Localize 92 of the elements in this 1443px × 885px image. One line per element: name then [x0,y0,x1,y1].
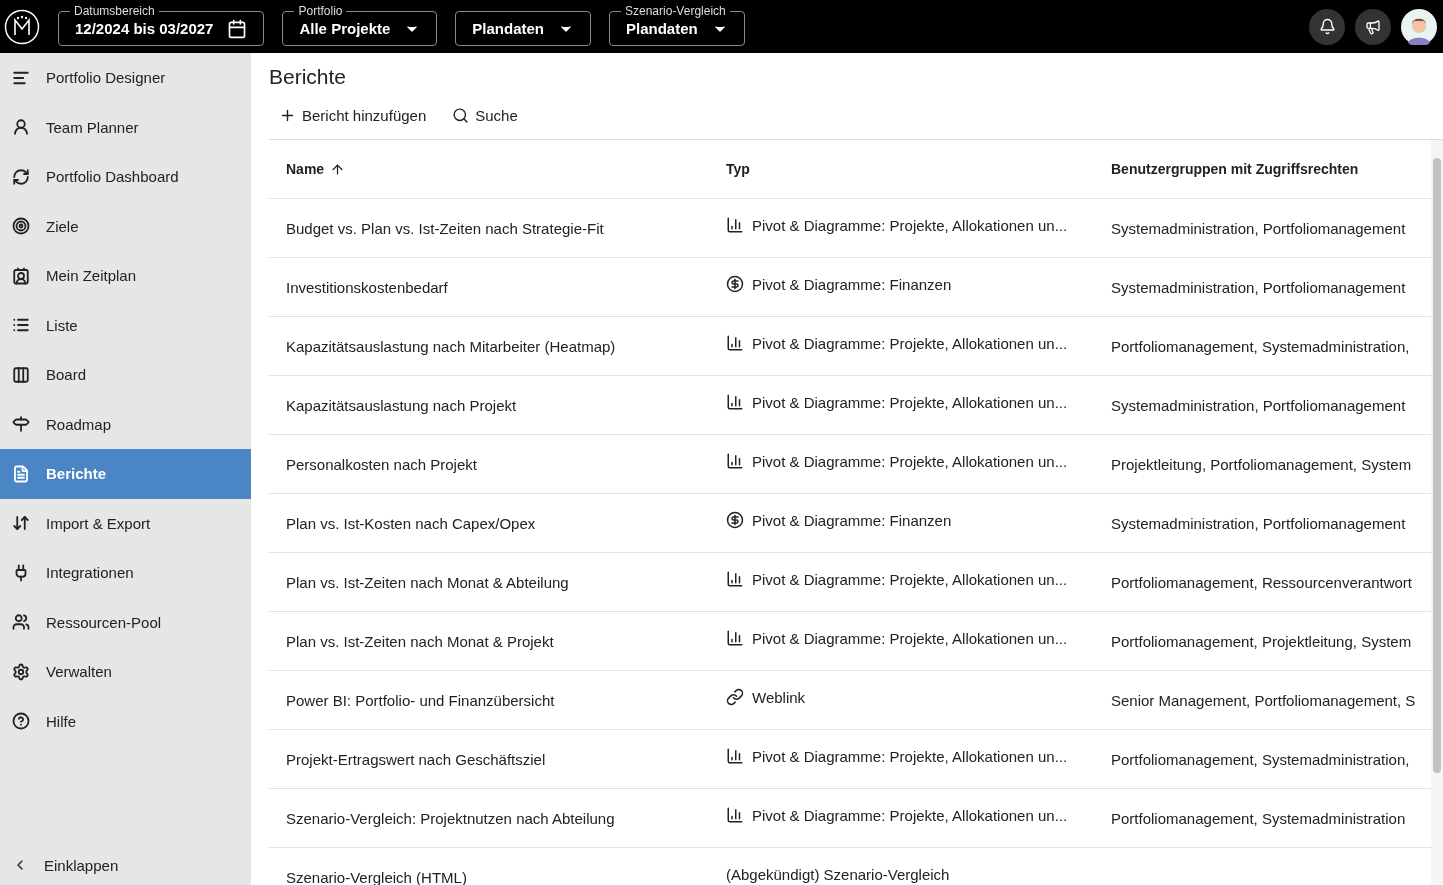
bar-chart-icon [726,452,744,470]
megaphone-icon [1365,18,1381,35]
columns-icon [12,365,30,384]
table-cell-text: Plan vs. Ist-Zeiten nach Monat & Abteilung [286,573,570,591]
column-header[interactable]: Benutzergruppen mit Zugriffsrechten [1111,161,1359,177]
field-label: Szenario-Vergleich [621,4,730,18]
bar-chart-icon [726,570,744,588]
contact-icon [12,266,30,285]
sidebar-item[interactable]: Portfolio Dashboard [0,152,251,202]
avatar[interactable] [1401,8,1437,45]
table-cell-text: Systemadministration, Portfoliomanagement [1111,514,1407,532]
dropdown[interactable]: Plandaten [455,11,591,46]
table-cell: Pivot & Diagramme: Finanzen [752,275,952,293]
table-cell-text: Budget vs. Plan vs. Ist-Zeiten nach Strategie-Fit [286,219,605,237]
table-cell-text: Systemadministration, Portfoliomanagement [1111,396,1407,414]
table-cell: Pivot & Diagramme: Projekte, Allokationen un... [752,629,1068,647]
table-cell-text: Projektleitung, Portfoliomanagement, System [1111,455,1413,473]
sidebar-item[interactable]: Board [0,350,251,400]
collapse-button[interactable]: Einklappen [0,845,251,885]
table-cell: Pivot & Diagramme: Projekte, Allokationen un... [752,806,1068,824]
calendar-icon [227,18,248,39]
table-cell: (Abgekündigt) Szenario-Vergleich [726,865,950,883]
table-cell-text: Portfoliomanagement, Systemadministration, [1111,750,1411,768]
sidebar-item[interactable]: Integrationen [0,548,251,598]
sidebar-item[interactable]: Mein Zeitplan [0,251,251,301]
table-cell: Pivot & Diagramme: Projekte, Allokationen un... [752,747,1068,765]
signpost-icon [12,415,30,434]
table-cell: Pivot & Diagramme: Finanzen [752,511,952,529]
table-cell-text: Systemadministration, Portfoliomanagement [1111,219,1407,237]
table-cell: Pivot & Diagramme: Projekte, Allokationen un... [752,393,1068,411]
bar-chart-icon [726,806,744,824]
sidebar-item[interactable]: Portfolio Designer [0,53,251,103]
table-cell-text: Plan vs. Ist-Kosten nach Capex/Opex [286,514,537,532]
table-cell: Pivot & Diagramme: Projekte, Allokationen un... [752,334,1068,352]
table-cell-text: Systemadministration, Portfoliomanagement [1111,278,1407,296]
table-cell-text: Kapazitätsauslastung nach Projekt [286,396,518,414]
table-cell-text: Personalkosten nach Projekt [286,455,478,473]
table-cell-text: Plan vs. Ist-Zeiten nach Monat & Projekt [286,632,555,650]
help-icon [12,712,30,731]
page-title: Berichte [269,65,348,89]
sidebar-item[interactable]: Ziele [0,201,251,251]
sidebar-item[interactable]: Team Planner [0,102,251,152]
add-report-button[interactable]: Bericht hinzufügen [279,107,427,124]
column-header[interactable]: Name [286,161,325,177]
refresh-icon [12,167,30,186]
table-cell: Pivot & Diagramme: Projekte, Allokationen un... [752,570,1068,588]
table-cell: Pivot & Diagramme: Projekte, Allokationen un... [752,452,1068,470]
logo-icon [4,8,40,45]
announcements-button[interactable] [1355,8,1391,45]
bar-chart-icon [726,393,744,411]
table-cell-text: Szenario-Vergleich: Projektnutzen nach Abteilung [286,809,616,827]
sidebar-item[interactable]: Berichte [0,449,251,499]
scrollbar[interactable] [1431,140,1443,885]
field-label: Datumsbereich [70,4,159,18]
table-cell-text: Power BI: Portfolio- und Finanzübersicht [286,691,556,709]
table-cell-text: Portfoliomanagement, Systemadministration [1111,809,1407,827]
people-icon [12,613,30,632]
person-icon [12,118,30,137]
sidebar-item[interactable]: Ressourcen-Pool [0,597,251,647]
bar-chart-icon [726,216,744,234]
sidebar-item[interactable]: Hilfe [0,696,251,746]
sidebar-item[interactable]: Liste [0,300,251,350]
sidebar-item[interactable]: Verwalten [0,647,251,697]
table-cell: Pivot & Diagramme: Projekte, Allokationen un... [752,216,1068,234]
dollar-icon [726,275,744,293]
bar-chart-icon [726,334,744,352]
bar-chart-icon [726,747,744,765]
search-button[interactable]: Suche [452,107,518,124]
plus-icon [279,107,296,124]
bell-icon [1318,18,1336,35]
link-icon [726,688,744,706]
table-cell-text: Portfoliomanagement, Ressourcenverantwort [1111,573,1413,591]
sidebar-item[interactable]: Roadmap [0,399,251,449]
settings-icon [12,662,30,681]
notifications-button[interactable] [1309,8,1345,45]
table-cell-text: Projekt-Ertragswert nach Geschäftsziel [286,750,547,768]
arrows-icon [12,514,30,533]
document-icon [12,464,30,483]
dollar-icon [726,511,744,529]
table-cell-text: Kapazitätsauslastung nach Mitarbeiter (Heatmap) [286,337,617,355]
table-cell-text: Szenario-Vergleich (HTML) [286,868,468,885]
target-icon [12,217,30,236]
table-cell-text: Senior Management, Portfoliomanagement, S [1111,691,1417,709]
search-icon [452,107,470,124]
field-label: Portfolio [294,4,347,18]
table-cell-text: Portfoliomanagement, Systemadministration, [1111,337,1411,355]
table-cell: Weblink [752,688,806,706]
sidebar-item[interactable]: Import & Export [0,498,251,548]
bar-chart-icon [726,629,744,647]
table-cell-text: Investitionskostenbedarf [286,278,449,296]
column-header[interactable]: Typ [726,161,750,177]
table-cell-text: Portfoliomanagement, Projektleitung, System [1111,632,1413,650]
